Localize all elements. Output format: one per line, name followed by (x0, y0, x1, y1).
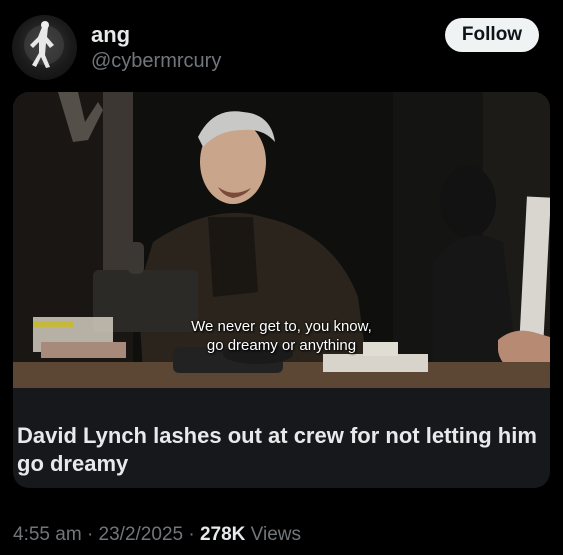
avatar[interactable] (12, 15, 77, 80)
video-thumbnail[interactable]: We never get to, you know, go dreamy or … (13, 92, 550, 388)
post-meta: 4:55 am · 23/2/2025 · 278K Views (13, 524, 301, 546)
author-name[interactable]: ang (91, 22, 130, 48)
post-date[interactable]: 23/2/2025 (99, 524, 184, 545)
author-handle[interactable]: @cybermrcury (91, 50, 221, 73)
post-header: ang @cybermrcury Follow (0, 0, 563, 88)
video-subtitle-line-1: We never get to, you know, (191, 318, 372, 335)
link-card[interactable]: We never get to, you know, go dreamy or … (13, 92, 550, 488)
post-time[interactable]: 4:55 am (13, 524, 82, 545)
card-title[interactable]: David Lynch lashes out at crew for not l… (17, 422, 547, 478)
meta-separator: · (188, 524, 195, 545)
meta-separator: · (86, 524, 94, 545)
views-label: Views (250, 524, 302, 545)
follow-button[interactable]: Follow (445, 18, 539, 52)
views-count: 278K (199, 524, 246, 545)
video-subtitle-line-2: go dreamy or anything (206, 337, 357, 354)
